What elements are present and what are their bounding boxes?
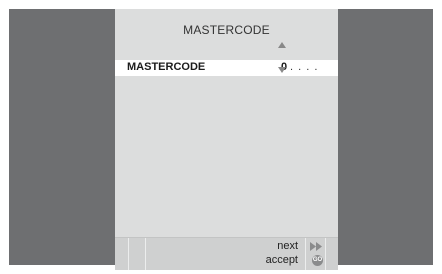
bottom-button-bar: next accept GO (115, 237, 338, 270)
menu-panel: MASTERCODE MASTERCODE 0 . . . . next acc… (115, 9, 338, 270)
arrow-up-icon[interactable] (278, 42, 286, 48)
arrow-down-icon[interactable] (278, 67, 286, 73)
remaining-digits-placeholder: . . . . (290, 61, 319, 73)
bar-divider (305, 238, 306, 270)
bar-divider (128, 238, 129, 270)
bar-divider (325, 238, 326, 270)
fast-forward-icon[interactable] (310, 242, 322, 251)
mastercode-label: MASTERCODE (127, 61, 206, 73)
go-icon[interactable]: GO (312, 255, 323, 266)
page-title: MASTERCODE (183, 23, 270, 37)
bar-divider (145, 238, 146, 270)
accept-label[interactable]: accept (266, 254, 298, 266)
next-label[interactable]: next (277, 240, 298, 252)
mastercode-entry-row[interactable]: MASTERCODE 0 . . . . (115, 60, 338, 76)
